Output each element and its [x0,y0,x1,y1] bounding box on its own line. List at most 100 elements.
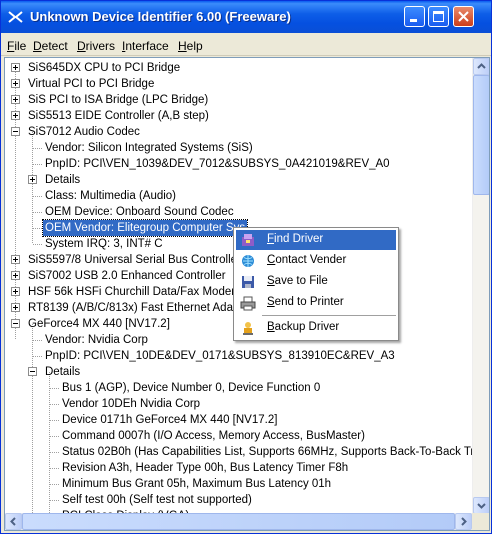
tree-item[interactable]: Command 0007h (I/O Access, Memory Access… [5,428,471,444]
tree-connector [33,340,43,341]
scroll-right-button[interactable] [455,513,472,530]
tree-item-label: Bus 1 (AGP), Device Number 0, Device Fun… [62,382,321,394]
tree-item-label: Details [45,174,81,186]
tree-item[interactable]: PnpID: PCI\VEN_10DE&DEV_0171&SUBSYS_8139… [5,348,471,364]
tree-item-label: GeForce4 MX 440 [NV17.2] [28,318,170,330]
arrow-left-icon [10,517,16,526]
tree-item[interactable]: Vendor: Silicon Integrated Systems (SiS) [5,140,471,156]
tree-item-label: Minimum Bus Grant 05h, Maximum Bus Laten… [62,478,332,490]
app-window: Unknown Device Identifier 6.00 (Freeware… [0,0,492,534]
horizontal-scrollbar[interactable] [5,513,472,530]
tree-item-label: Revision A3h, Header Type 00h, Bus Laten… [62,462,349,474]
tree-item[interactable]: Class: Multimedia (Audio) [5,188,471,204]
close-button[interactable] [453,6,474,27]
tree-connector [50,420,60,421]
expand-plus-icon[interactable] [11,79,20,88]
horizontal-scroll-thumb[interactable] [22,513,455,530]
tree-item[interactable]: SiS PCI to ISA Bridge (LPC Bridge) [5,92,471,108]
tree-item[interactable]: Status 02B0h (Has Capabilities List, Sup… [5,444,489,460]
context-menu: Find Driver Contact Vender Save to File … [233,227,399,341]
printer-icon [240,296,256,311]
menu-bar: File Detect Drivers Interface Help [1,35,491,56]
tree-item-label: PnpID: PCI\VEN_1039&DEV_7012&SUBSYS_0A42… [45,158,390,170]
menu-drivers[interactable]: Drivers [77,39,115,53]
tree-item-label: Vendor: Nvidia Corp [45,334,148,346]
vertical-scrollbar[interactable] [472,58,489,514]
tree-connector [33,148,43,149]
context-send-to-printer[interactable]: Send to Printer [236,293,396,313]
tree-item-label: Class: Multimedia (Audio) [45,190,177,202]
close-icon [458,11,469,22]
tree-item-label: OEM Vendor: Elitegroup Computer Sys [41,219,249,237]
tree-item-label: RT8139 (A/B/C/813x) Fast Ethernet Adapte [28,302,249,314]
tree-item[interactable]: Device 0171h GeForce4 MX 440 [NV17.2] [5,412,471,428]
arrow-right-icon [461,517,467,526]
tree-connector [50,500,60,501]
tree-item[interactable]: Minimum Bus Grant 05h, Maximum Bus Laten… [5,476,471,492]
tree-item-label: Details [45,366,81,378]
menu-help[interactable]: Help [178,39,203,53]
tree-connector [50,468,60,469]
context-save-to-file[interactable]: Save to File [236,272,396,292]
tree-connector [33,244,43,245]
tree-item[interactable]: Bus 1 (AGP), Device Number 0, Device Fun… [5,380,471,396]
tree-item-label: SiS645DX CPU to PCI Bridge [28,62,181,74]
tree-item[interactable]: Self test 00h (Self test not supported) [5,492,471,508]
collapse-minus-icon[interactable] [28,367,37,376]
tree-item-label: HSF 56k HSFi Churchill Data/Fax Modem [28,286,241,298]
expand-plus-icon[interactable] [11,271,20,280]
arrow-up-icon [477,63,486,69]
expand-plus-icon[interactable] [11,63,20,72]
context-backup-driver[interactable]: Backup Driver [236,318,396,338]
tree-connector [33,196,43,197]
tree-item-label: SiS5513 EIDE Controller (A,B step) [28,110,209,122]
tree-item-label: PnpID: PCI\VEN_10DE&DEV_0171&SUBSYS_8139… [45,350,395,362]
tree-item-label: Device 0171h GeForce4 MX 440 [NV17.2] [62,414,278,426]
contact-vender-icon [242,255,254,267]
menu-file[interactable]: File [7,39,26,53]
tree-connector [50,436,60,437]
maximize-button[interactable] [428,6,449,27]
context-menu-separator [262,315,396,316]
scroll-left-button[interactable] [5,513,22,530]
expand-plus-icon[interactable] [11,287,20,296]
tree-item[interactable]: PnpID: PCI\VEN_1039&DEV_7012&SUBSYS_0A42… [5,156,471,172]
tree-item-label: SiS5597/8 Universal Serial Bus Controlle… [28,254,241,266]
tree-item[interactable]: Revision A3h, Header Type 00h, Bus Laten… [5,460,471,476]
title-bar[interactable]: Unknown Device Identifier 6.00 (Freeware… [1,1,491,33]
tree-item[interactable]: Details [5,364,471,380]
tree-connector [50,452,60,453]
backup-driver-icon [243,322,253,335]
vertical-scroll-thumb[interactable] [473,75,489,195]
tree-item[interactable]: Details [5,172,471,188]
scroll-up-button[interactable] [473,58,489,75]
expand-plus-icon[interactable] [11,95,20,104]
context-find-driver[interactable]: Find Driver [236,230,396,250]
tree-connector [33,356,43,357]
context-contact-vender[interactable]: Contact Vender [236,251,396,271]
maximize-icon [433,11,444,22]
tree-item-label: Vendor 10DEh Nvidia Corp [62,398,201,410]
collapse-minus-icon[interactable] [11,127,20,136]
tree-item[interactable]: SiS5513 EIDE Controller (A,B step) [5,108,471,124]
tree-item[interactable]: SiS645DX CPU to PCI Bridge [5,60,471,76]
expand-plus-icon[interactable] [28,175,37,184]
tree-connector [33,228,43,229]
minimize-icon [410,19,417,22]
expand-plus-icon[interactable] [11,111,20,120]
tree-item[interactable]: OEM Device: Onboard Sound Codec [5,204,471,220]
tree-connector [50,404,60,405]
tree-item-label: OEM Device: Onboard Sound Codec [45,206,234,218]
tree-item[interactable]: Virtual PCI to PCI Bridge [5,76,471,92]
tree-item-label: SiS PCI to ISA Bridge (LPC Bridge) [28,94,209,106]
tree-item[interactable]: SiS7012 Audio Codec [5,124,471,140]
expand-plus-icon[interactable] [11,255,20,264]
menu-interface[interactable]: Interface [122,39,169,53]
expand-plus-icon[interactable] [11,303,20,312]
tree-item[interactable]: Vendor 10DEh Nvidia Corp [5,396,471,412]
collapse-minus-icon[interactable] [11,319,20,328]
scroll-down-button[interactable] [473,497,489,514]
arrow-down-icon [477,503,486,509]
menu-detect[interactable]: Detect [33,39,68,53]
minimize-button[interactable] [404,6,425,27]
